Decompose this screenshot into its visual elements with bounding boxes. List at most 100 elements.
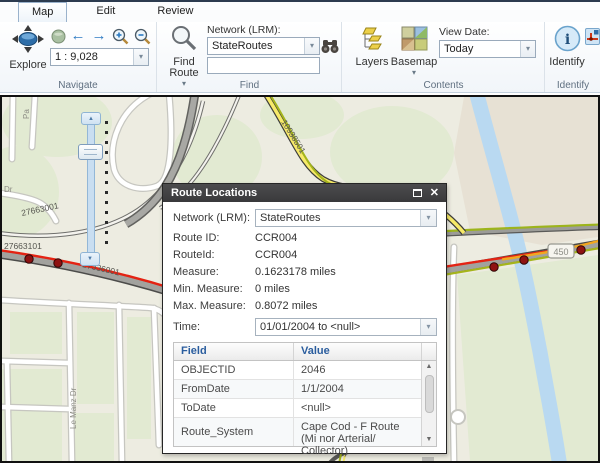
explore-button[interactable]: Explore (6, 25, 50, 71)
zoom-in-icon (112, 28, 129, 45)
table-scrollbar[interactable]: ▲ ▼ (421, 361, 436, 446)
dlg-network-combobox[interactable]: StateRoutes ▾ (255, 209, 437, 227)
group-navigate: Explore ← → (0, 22, 157, 92)
zoom-slider-up-button[interactable]: ▲ (81, 112, 101, 125)
back-button[interactable]: ← (69, 28, 87, 44)
highway-shield: 450 (548, 244, 574, 258)
cell-field: Route_System (174, 418, 294, 446)
tab-map[interactable]: Map (18, 2, 67, 22)
chevron-down-icon[interactable]: ▾ (420, 210, 436, 226)
routeid-label: RouteId: (173, 249, 255, 261)
chevron-down-icon[interactable]: ▾ (520, 41, 535, 57)
dlg-network-label: Network (LRM): (173, 212, 255, 224)
forward-button[interactable]: → (90, 28, 108, 44)
chevron-down-icon[interactable]: ▾ (420, 319, 436, 335)
cell-field: ToDate (174, 399, 294, 417)
column-header-scroll-spacer (421, 343, 436, 360)
table-row[interactable]: ToDate <null> (174, 399, 421, 418)
street-label-pa: Pa (22, 109, 31, 119)
zoom-slider-down-button[interactable]: ▼ (80, 252, 100, 266)
ribbon-tab-bar: Map Edit Review (0, 2, 600, 22)
identify-route-locations-button[interactable] (585, 28, 600, 45)
table-row[interactable]: OBJECTID 2046 (174, 361, 421, 380)
scrollbar-thumb[interactable] (425, 375, 434, 413)
attributes-table: Field Value OBJECTID 2046 FromDate 1/1/2… (173, 342, 437, 447)
min-measure-label: Min. Measure: (173, 283, 255, 295)
ribbon: Map Edit Review (0, 0, 600, 95)
route-id-input[interactable] (207, 57, 320, 74)
cell-field: OBJECTID (174, 361, 294, 379)
cell-value: Cape Cod - F Route (Mi nor Arterial/ Col… (294, 418, 421, 446)
scroll-down-icon[interactable]: ▼ (426, 434, 433, 446)
dialog-body: Network (LRM): StateRoutes ▾ Route ID:CC… (163, 202, 446, 447)
tab-edit[interactable]: Edit (83, 2, 128, 22)
ribbon-body: Explore ← → (0, 22, 600, 93)
group-label-contents: Contents (343, 80, 544, 91)
route-id-value: CCR004 (255, 232, 297, 244)
zoom-slider-ticks (105, 121, 108, 249)
dialog-titlebar[interactable]: Route Locations ✕ (163, 184, 446, 202)
dlg-network-value: StateRoutes (256, 210, 420, 226)
layers-button[interactable]: Layers (353, 26, 391, 68)
search-binoculars-button[interactable] (321, 38, 339, 54)
group-label-identify: Identify (546, 80, 600, 91)
zoom-slider-handle[interactable] (78, 144, 103, 160)
max-measure-label: Max. Measure: (173, 300, 255, 312)
group-find: Find Route ▾ Network (LRM): StateRoutes … (158, 22, 342, 92)
scroll-up-icon[interactable]: ▲ (426, 361, 433, 373)
tab-review[interactable]: Review (144, 2, 206, 22)
identify-route-locations-icon (586, 29, 599, 44)
chevron-down-icon[interactable]: ▾ (133, 49, 148, 65)
slider-down-icon: ▼ (87, 256, 93, 262)
zoom-in-button[interactable] (111, 28, 129, 44)
time-label: Time: (173, 321, 255, 333)
network-lrm-value: StateRoutes (208, 38, 304, 54)
route-locations-dialog: Route Locations ✕ Network (LRM): StateRo… (162, 183, 447, 454)
maximize-icon[interactable] (413, 189, 422, 197)
column-header-value[interactable]: Value (294, 343, 421, 360)
layers-icon (359, 26, 385, 55)
zoom-slider-track[interactable] (87, 115, 95, 265)
close-icon[interactable]: ✕ (430, 184, 439, 202)
basemap-button[interactable]: Basemap ▾ (391, 26, 437, 77)
column-header-field[interactable]: Field (174, 343, 294, 360)
measure-value: 0.1623178 miles (255, 266, 336, 278)
binoculars-icon (321, 39, 339, 54)
table-row[interactable]: FromDate 1/1/2004 (174, 380, 421, 399)
route-label-27663101: 27663101 (4, 241, 42, 251)
network-lrm-combobox[interactable]: StateRoutes ▾ (207, 37, 320, 55)
identify-icon: i (554, 25, 581, 55)
group-contents: Layers Basemap ▾ (343, 22, 545, 92)
chevron-down-icon[interactable]: ▾ (304, 38, 319, 54)
dialog-title: Route Locations (171, 187, 257, 199)
cell-value: 2046 (294, 361, 421, 379)
zoom-out-button[interactable] (133, 28, 151, 44)
measure-label: Measure: (173, 266, 255, 278)
globe-button[interactable] (49, 28, 67, 44)
map-scale-combobox[interactable]: 1 : 9,028 ▾ (50, 48, 149, 66)
routeid-value: CCR004 (255, 249, 297, 261)
cell-value: <null> (294, 399, 421, 417)
explore-label: Explore (9, 59, 46, 71)
find-route-icon (170, 24, 198, 55)
route-id-label: Route ID: (173, 232, 255, 244)
table-row[interactable]: Route_System Cape Cod - F Route (Mi nor … (174, 418, 421, 446)
view-date-combobox[interactable]: Today ▾ (439, 40, 536, 58)
identify-button[interactable]: i Identify (548, 25, 586, 68)
network-lrm-label: Network (LRM): (207, 24, 281, 36)
cell-value: 1/1/2004 (294, 380, 421, 398)
find-route-label-2: Route (169, 67, 198, 79)
group-label-navigate: Navigate (0, 80, 156, 91)
chevron-down-icon: ▾ (412, 68, 416, 77)
basemap-icon (401, 26, 428, 55)
globe-icon (51, 29, 66, 44)
map-landuse-tan (454, 97, 598, 245)
max-measure-value: 0.8072 miles (255, 300, 317, 312)
application-window: Map Edit Review (0, 0, 600, 463)
find-route-button[interactable]: Find Route ▾ (164, 24, 204, 88)
layers-label: Layers (355, 56, 388, 68)
min-measure-value: 0 miles (255, 283, 290, 295)
view-date-label: View Date: (439, 26, 490, 38)
time-combobox[interactable]: 01/01/2004 to <null> ▾ (255, 318, 437, 336)
view-date-value: Today (440, 41, 520, 57)
